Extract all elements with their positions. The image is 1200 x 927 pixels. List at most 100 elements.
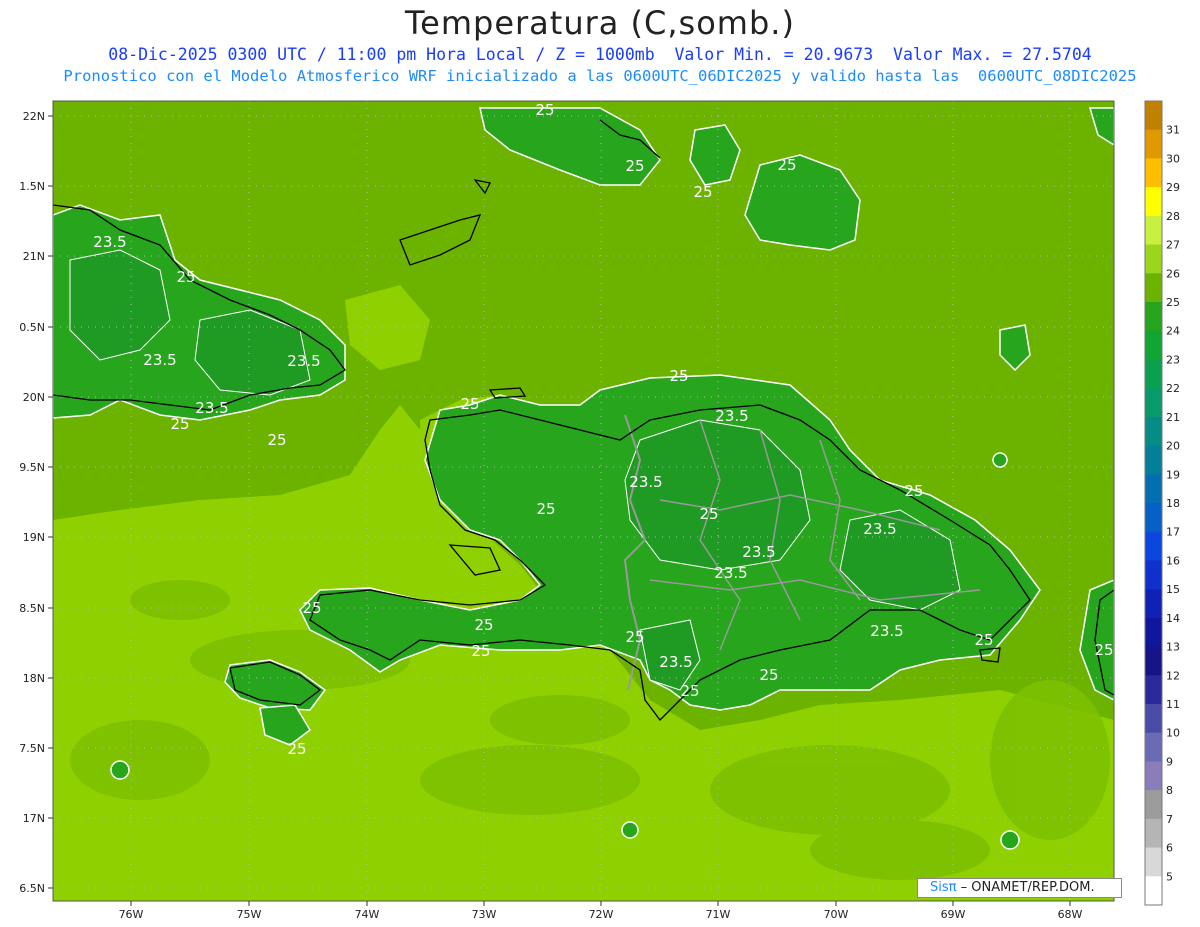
colorbar-level-label: 14 <box>1166 612 1180 625</box>
colorbar-swatch <box>1145 790 1162 820</box>
contour-label: 25 <box>474 616 493 634</box>
lat-label: 18N <box>23 672 45 685</box>
colorbar-swatch <box>1145 445 1162 475</box>
contour-label: 25 <box>759 666 778 684</box>
lat-label: 22N <box>23 110 45 123</box>
colorbar-swatch <box>1145 589 1162 619</box>
colorbar-level-label: 23 <box>1166 353 1180 366</box>
colorbar-swatch <box>1145 847 1162 877</box>
colorbar-swatch <box>1145 617 1162 648</box>
lat-label: 21N <box>23 250 45 263</box>
colorbar-level-label: 18 <box>1166 497 1180 510</box>
colorbar-swatch <box>1145 818 1162 849</box>
colorbar-level-label: 5 <box>1166 870 1173 883</box>
lon-label: 76W <box>119 908 144 921</box>
colorbar-swatch <box>1145 531 1162 561</box>
contour-label: 25 <box>625 628 644 646</box>
lon-label: 74W <box>355 908 380 921</box>
colorbar-swatch <box>1145 474 1162 504</box>
colorbar-swatch <box>1145 704 1162 734</box>
colorbar-level-label: 30 <box>1166 152 1180 165</box>
colorbar-level-label: 16 <box>1166 554 1180 567</box>
lon-label: 69W <box>941 908 966 921</box>
colorbar-level-label: 21 <box>1166 411 1180 424</box>
contour-label: 23.5 <box>714 564 747 582</box>
color-legend: 31 30 29 28 27 26 25 24 23 22 21 20 19 18 17 16 15 14 13 12… <box>1144 100 1180 906</box>
lat-label: 17N <box>23 812 45 825</box>
colorbar-swatch <box>1145 646 1162 676</box>
map-title: Temperatura (C,somb.) <box>405 4 795 42</box>
colorbar-swatch <box>1145 876 1162 906</box>
colorbar-level-label: 26 <box>1166 267 1180 280</box>
lat-label: 19N <box>23 531 45 544</box>
colorbar-level-label: 24 <box>1166 325 1180 338</box>
contour-label: 25 <box>699 505 718 523</box>
contour-label: 23.5 <box>629 473 662 491</box>
contour-label: 25 <box>535 101 554 119</box>
lat-label: 9.5N <box>19 461 45 474</box>
contour-label: 25 <box>625 157 644 175</box>
colorbar-level-label: 10 <box>1166 727 1180 740</box>
colorbar-swatch <box>1145 675 1162 705</box>
lon-label: 73W <box>472 908 497 921</box>
colorbar-level-label: 20 <box>1166 440 1180 453</box>
colorbar-swatch <box>1145 330 1162 360</box>
contour-label: 25 <box>680 682 699 700</box>
sispi-logo-text: Sisπ <box>930 880 957 895</box>
lat-label: 6.5N <box>19 882 45 895</box>
colorbar-swatch <box>1145 244 1162 274</box>
lat-label: 20N <box>23 391 45 404</box>
colorbar-swatch <box>1145 273 1162 303</box>
lat-label: 8.5N <box>19 602 45 615</box>
contour-label: 25 <box>267 431 286 449</box>
colorbar-level-label: 29 <box>1166 181 1180 194</box>
contour-label: 25 <box>302 599 321 617</box>
onamet-credit: – ONAMET/REP.DOM. <box>956 880 1095 895</box>
colorbar-swatch <box>1145 101 1162 131</box>
credit-box: Sisπ – ONAMET/REP.DOM. <box>917 878 1122 898</box>
contour-label: 25 <box>170 415 189 433</box>
lon-label: 72W <box>589 908 614 921</box>
colorbar-swatch <box>1145 359 1162 389</box>
colorbar-swatch <box>1145 416 1162 447</box>
colorbar-level-label: 7 <box>1166 813 1173 826</box>
latitude-labels: 22N 1.5N 21N 0.5N 20N 9.5N 19N 8.5N 18N … <box>19 110 45 895</box>
valid-time-line: 08-Dic-2025 0300 UTC / 11:00 pm Hora Loc… <box>108 45 1092 64</box>
forecast-map: 22N 1.5N 21N 0.5N 20N 9.5N 19N 8.5N 18N … <box>19 100 1180 921</box>
colorbar-level-label: 27 <box>1166 239 1180 252</box>
colorbar-level-label: 31 <box>1166 124 1180 137</box>
contour-label: 25 <box>471 642 490 660</box>
contour-label: 23.5 <box>93 233 126 251</box>
colorbar-level-label: 13 <box>1166 641 1180 654</box>
longitude-labels: 76W 75W 74W 73W 72W 71W 70W 69W 68W <box>119 908 1083 921</box>
contour-label: 25 <box>693 183 712 201</box>
lat-label: 0.5N <box>19 321 45 334</box>
colorbar-level-label: 8 <box>1166 784 1173 797</box>
lat-label: 7.5N <box>19 742 45 755</box>
contour-label: 25 <box>777 156 796 174</box>
contour-label: 23.5 <box>195 399 228 417</box>
lon-label: 71W <box>706 908 731 921</box>
contour-label: 25 <box>460 395 479 413</box>
colorbar-level-label: 28 <box>1166 210 1180 223</box>
colorbar-swatch <box>1145 388 1162 418</box>
contour-label: 23.5 <box>742 543 775 561</box>
colorbar-swatch <box>1145 761 1162 791</box>
contour-label: 23.5 <box>863 520 896 538</box>
contour-label: 23.5 <box>143 351 176 369</box>
colorbar-swatch <box>1145 158 1162 188</box>
lon-label: 75W <box>237 908 262 921</box>
colorbar-level-label: 11 <box>1166 698 1180 711</box>
lat-label: 1.5N <box>19 180 45 193</box>
lon-label: 68W <box>1058 908 1083 921</box>
contour-label-extra: 23.5 <box>870 622 903 640</box>
contour-label: 25 <box>176 268 195 286</box>
colorbar-swatch <box>1145 503 1162 533</box>
colorbar-level-label: 9 <box>1166 755 1173 768</box>
colorbar-level-label: 15 <box>1166 583 1180 596</box>
contour-label: 25 <box>287 740 306 758</box>
colorbar-swatch <box>1145 129 1162 159</box>
colorbar-level-label: 6 <box>1166 842 1173 855</box>
contour-label: 23.5 <box>659 653 692 671</box>
colorbar-swatch <box>1145 302 1162 332</box>
